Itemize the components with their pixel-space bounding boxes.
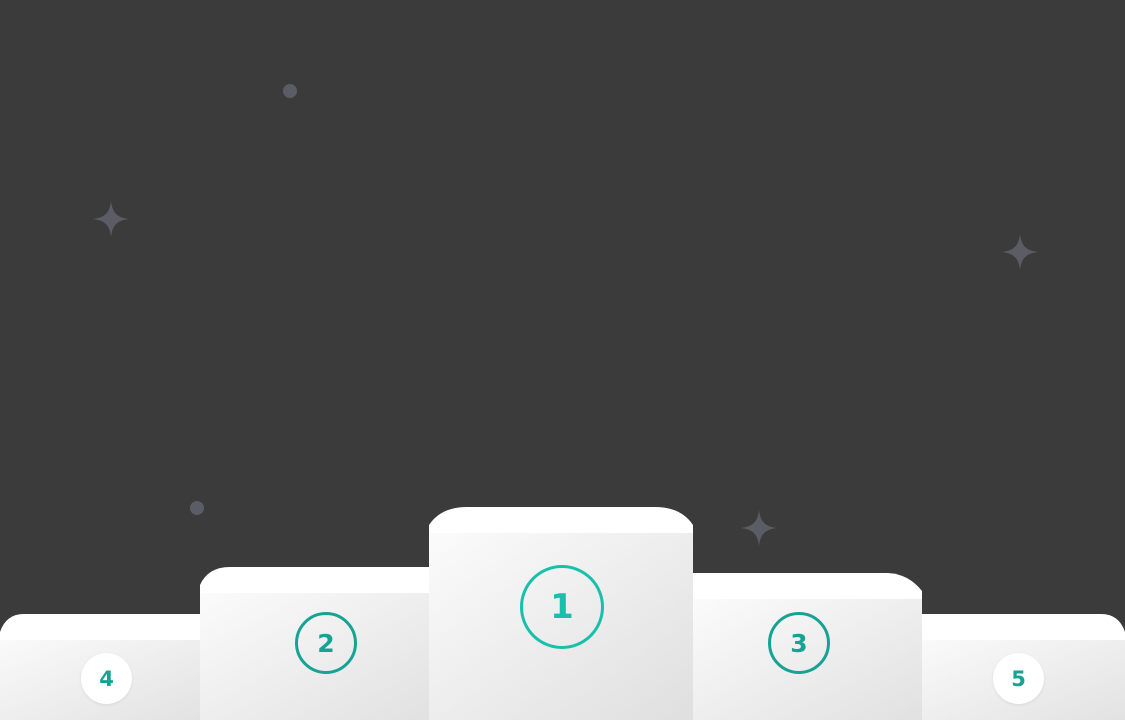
podium-first: 1	[429, 507, 693, 720]
rank-label: 4	[99, 666, 114, 691]
dot-icon	[283, 84, 297, 98]
podium-third: 3	[690, 573, 922, 720]
rank-label: 3	[790, 628, 808, 658]
rank-badge-third: 3	[768, 612, 830, 674]
sparkle-icon	[1002, 234, 1038, 270]
rank-label: 1	[550, 587, 574, 627]
podium-fourth: 4	[0, 614, 204, 720]
rank-badge-second: 2	[295, 612, 357, 674]
rank-badge-fifth: 5	[993, 653, 1044, 704]
rank-badge-first: 1	[520, 565, 604, 649]
podium-scene: 4 5 2 3 1	[0, 0, 1125, 720]
dot-icon	[190, 501, 204, 515]
rank-badge-fourth: 4	[81, 653, 132, 704]
sparkle-icon	[93, 201, 129, 237]
sparkle-icon	[741, 510, 777, 546]
rank-label: 2	[317, 628, 335, 658]
podium-second: 2	[200, 567, 432, 720]
podium-fifth: 5	[921, 614, 1125, 720]
rank-label: 5	[1011, 666, 1026, 691]
